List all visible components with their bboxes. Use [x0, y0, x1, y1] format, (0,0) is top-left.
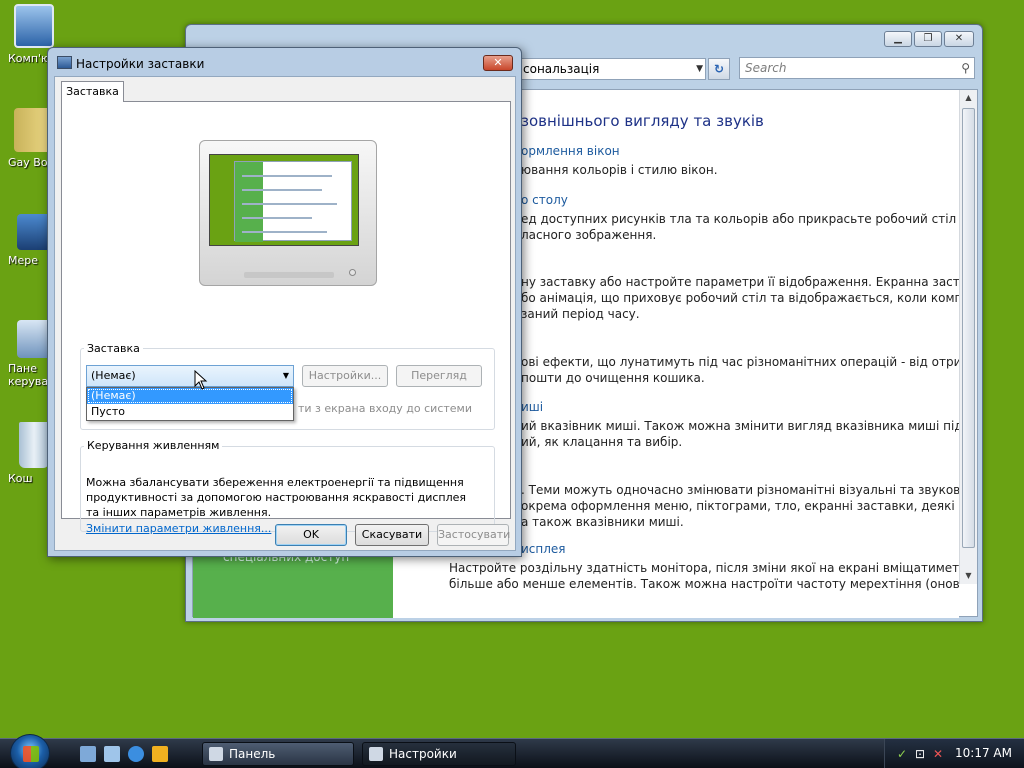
preview-button[interactable]: Перегляд [396, 365, 482, 387]
refresh-icon[interactable]: ↻ [708, 58, 730, 80]
item-description: Настройте роздільну здатність монітора, … [449, 561, 959, 591]
taskbar-button-control-panel[interactable]: Панель керування\... [202, 742, 354, 766]
preview-screen [209, 154, 359, 246]
cancel-button[interactable]: Скасувати [355, 524, 429, 546]
network-icon[interactable]: ⊡ [913, 747, 927, 761]
tab-panel: Заставка (Немає) ▼ (Немає) Пусто Настрой… [61, 101, 511, 535]
screensaver-group-label: Заставка [84, 342, 143, 355]
taskbar-button-label: Настройки заставки [389, 747, 457, 761]
scroll-down-icon[interactable]: ▼ [960, 568, 977, 584]
screensaver-dropdown-list[interactable]: (Немає) Пусто [86, 387, 294, 421]
vertical-scrollbar[interactable]: ▲ ▼ [959, 90, 977, 584]
item-description: ну заставку або настройте параметри її в… [521, 275, 959, 321]
search-icon[interactable]: ⚲ [961, 58, 970, 78]
display-settings-icon [57, 56, 72, 69]
maximize-button[interactable]: ❐ [914, 31, 942, 47]
control-panel-icon [17, 320, 51, 358]
scroll-thumb[interactable] [962, 108, 975, 548]
tab-screensaver[interactable]: Заставка [61, 81, 124, 102]
resume-logon-label: ти з екрана входу до системи [298, 402, 472, 415]
preview-window [234, 161, 352, 242]
internet-explorer-icon[interactable] [128, 746, 144, 762]
power-group-label: Керування живленням [84, 439, 223, 452]
volume-muted-icon[interactable]: ✕ [931, 747, 945, 761]
security-icon[interactable]: ✓ [895, 747, 909, 761]
scroll-up-icon[interactable]: ▲ [960, 90, 977, 106]
media-player-icon[interactable] [152, 746, 168, 762]
item-link[interactable]: о столу [521, 193, 568, 207]
window-controls: ▁ ❐ ✕ [884, 31, 974, 47]
settings-button[interactable]: Настройки... [302, 365, 388, 387]
item-description: ювання кольорів і стилю вікон. [521, 163, 718, 177]
monitor-preview [199, 140, 377, 286]
start-button[interactable] [10, 734, 50, 768]
control-panel-icon [209, 747, 223, 761]
clock[interactable]: 10:17 AM [955, 746, 1012, 760]
windows-logo-icon [23, 746, 39, 762]
item-link[interactable]: ормлення вікон [521, 144, 620, 158]
item-link[interactable]: исплея [521, 542, 566, 556]
chevron-down-icon[interactable]: ▼ [283, 366, 289, 386]
screensaver-select[interactable]: (Немає) ▼ [86, 365, 294, 387]
notification-area: ✓ ⊡ ✕ 10:17 AM [884, 739, 1024, 768]
search-input[interactable]: Search ⚲ [739, 57, 975, 79]
taskbar: Панель керування\... Настройки заставки … [0, 734, 1024, 768]
item-description: ий вказівник миші. Також можна змінити в… [521, 419, 959, 449]
network-icon [17, 214, 51, 250]
recycle-bin-icon [19, 422, 49, 468]
taskbar-button-screensaver[interactable]: Настройки заставки [362, 742, 516, 766]
dialog-client: Заставка Заставка (Немає) ▼ (Немає) Пуст… [54, 76, 516, 551]
power-led-icon [349, 269, 356, 276]
computer-icon [14, 4, 54, 48]
chevron-down-icon[interactable]: ▼ [696, 59, 703, 79]
display-settings-icon [369, 747, 383, 761]
show-desktop-icon[interactable] [80, 746, 96, 762]
ok-button[interactable]: OK [275, 524, 347, 546]
power-description: Можна збалансувати збереження електроене… [86, 476, 467, 519]
item-description: ові ефекти, що лунатимуть під час різном… [521, 355, 959, 385]
search-placeholder: Search [745, 61, 787, 75]
item-description: ед доступних рисунків тла та кольорів аб… [521, 212, 957, 242]
screensaver-settings-dialog[interactable]: Настройки заставки ✕ Заставка Заставка (… [47, 47, 522, 557]
taskbar-button-label: Панель керування\... [229, 747, 276, 761]
dropdown-option[interactable]: (Немає) [87, 388, 293, 404]
close-button[interactable]: ✕ [483, 55, 513, 71]
mouse-cursor-icon [194, 370, 208, 390]
minimize-button[interactable]: ▁ [884, 31, 912, 47]
dialog-title: Настройки заставки [76, 57, 205, 71]
item-link[interactable]: иші [521, 400, 543, 414]
switch-windows-icon[interactable] [104, 746, 120, 762]
page-title: зовнішнього вигляду та звуків [521, 112, 764, 130]
screensaver-select-value: (Немає) [91, 369, 136, 382]
apply-button[interactable]: Застосувати [437, 524, 510, 546]
address-text: сональзація [523, 62, 600, 76]
change-power-settings-link[interactable]: Змінити параметри живлення... [86, 522, 271, 535]
item-description: . Теми можуть одночасно змінювати різном… [521, 483, 959, 529]
address-bar[interactable]: сональзація ▼ [516, 58, 706, 80]
dropdown-option[interactable]: Пусто [87, 404, 293, 420]
close-button[interactable]: ✕ [944, 31, 974, 47]
